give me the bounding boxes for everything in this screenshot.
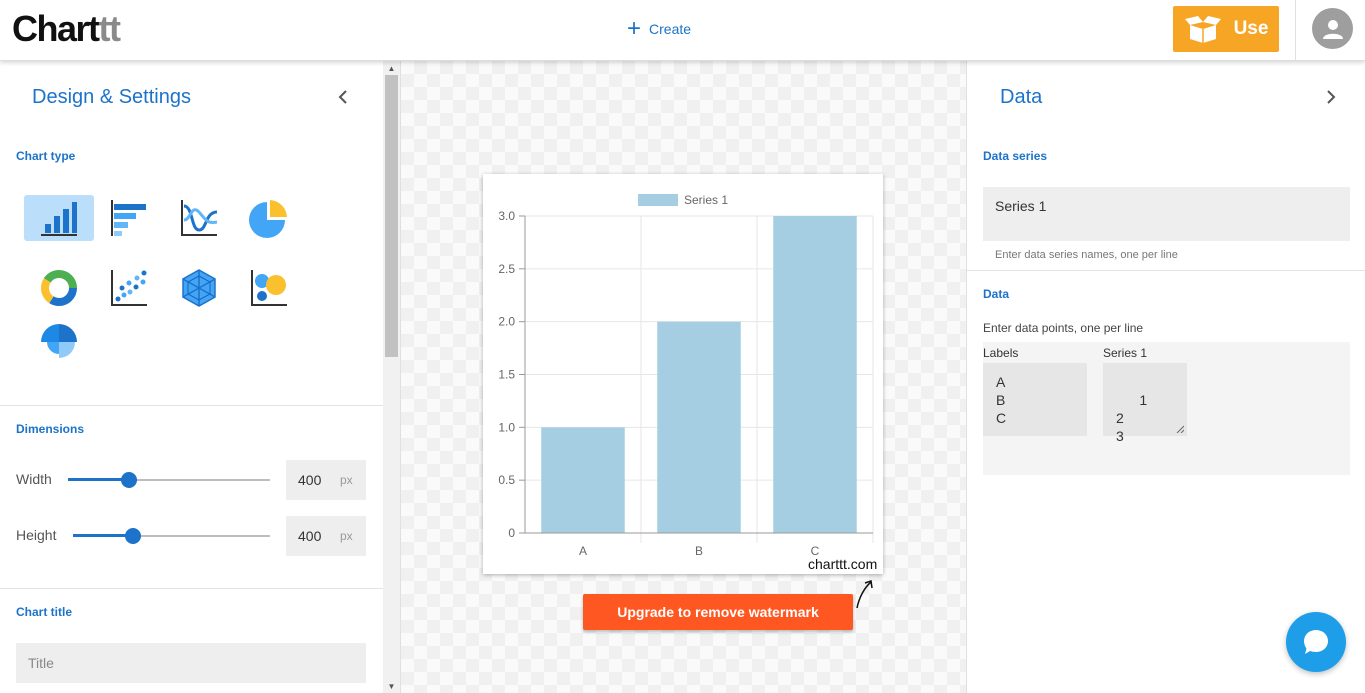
chat-bubble-icon (1304, 630, 1328, 654)
chart-type-horizontal-bar[interactable] (94, 195, 164, 241)
chevron-right-icon (1327, 90, 1336, 104)
user-avatar[interactable] (1312, 8, 1353, 49)
y-tick-label: 1.5 (498, 368, 515, 382)
chart-type-pie[interactable] (234, 195, 304, 241)
chart-title-label: Chart title (16, 605, 73, 619)
height-unit: px (340, 529, 353, 543)
plus-icon: + (627, 15, 642, 42)
x-tick-label: B (695, 544, 703, 558)
upgrade-remove-watermark-button[interactable]: Upgrade to remove watermark (583, 594, 853, 630)
scatter-chart-icon (111, 270, 147, 306)
chart-type-bubble[interactable] (234, 265, 304, 311)
chat-widget-button[interactable] (1286, 612, 1346, 672)
series-values-textarea[interactable]: 1 2 3 (1103, 363, 1187, 444)
width-slider-thumb[interactable] (121, 472, 137, 488)
collapse-right-button[interactable] (1324, 90, 1336, 109)
polar-area-chart-icon (41, 324, 77, 358)
y-tick-label: 0.5 (498, 473, 515, 487)
chart-type-label: Chart type (16, 149, 76, 163)
data-hint: Enter data points, one per line (983, 321, 1144, 335)
series-column-header: Series 1 (1103, 346, 1148, 360)
y-tick-label: 0 (508, 526, 515, 540)
height-label: Height (16, 527, 57, 543)
chart-type-vertical-bar[interactable] (24, 195, 94, 241)
legend-swatch (638, 194, 678, 206)
labels-textarea[interactable]: A B C (983, 363, 1087, 436)
bubble-chart-icon (251, 270, 287, 306)
resize-grip-icon[interactable] (1176, 425, 1184, 433)
bar-C (773, 216, 857, 533)
width-input[interactable] (298, 472, 332, 488)
scroll-up-arrow[interactable]: ▲ (383, 61, 400, 75)
left-panel-scrollbar[interactable]: ▲ ▼ (383, 61, 400, 693)
chart-type-line[interactable] (164, 195, 234, 241)
series-hint: Enter data series names, one per line (995, 249, 1178, 261)
y-tick-label: 3.0 (498, 209, 515, 223)
width-slider[interactable] (68, 470, 270, 490)
height-slider[interactable] (73, 526, 270, 546)
data-series-textarea[interactable]: Series 1 (983, 187, 1350, 241)
labels-column-header: Labels (983, 346, 1019, 360)
chart-type-doughnut[interactable] (24, 265, 94, 311)
collapse-left-button[interactable] (338, 90, 350, 109)
data-panel-title: Data (1000, 86, 1043, 108)
x-tick-label: A (579, 544, 587, 558)
y-tick-label: 2.0 (498, 315, 515, 329)
top-bar: Charttt + Create Use (0, 0, 1365, 61)
legend-label: Series 1 (684, 193, 728, 207)
bar-chart: 00.51.01.52.02.53.0A B C Series 1 (498, 193, 874, 558)
chart-type-scatter[interactable] (94, 265, 164, 311)
series-values-text: 1 2 3 (1116, 392, 1148, 444)
section-divider (0, 405, 383, 406)
bar-B (657, 321, 741, 533)
data-panel: Data Data series Series 1 Enter data ser… (967, 61, 1365, 693)
width-label: Width (16, 471, 52, 487)
chart-title-input[interactable] (16, 643, 366, 683)
design-settings-panel: Design & Settings Chart type Dimensions … (0, 61, 383, 693)
chart-preview: 0 0.5 1.0 1.5 2.0 2.5 3.0 A B C Series 1 (483, 174, 883, 574)
watermark-text: charttt.com (808, 556, 878, 572)
data-label: Data (983, 287, 1010, 301)
y-tick-label: 1.0 (498, 420, 515, 434)
person-icon (1322, 19, 1343, 39)
use-label: Use (1233, 18, 1269, 39)
create-label: Create (649, 21, 692, 37)
pie-chart-icon (249, 200, 287, 238)
topbar-divider (1295, 0, 1296, 61)
width-unit: px (340, 473, 353, 487)
curved-arrow-icon (856, 580, 873, 609)
doughnut-chart-icon (41, 270, 77, 306)
logo-dim-text: tt (98, 8, 121, 49)
height-slider-thumb[interactable] (125, 528, 141, 544)
open-box-icon (1184, 16, 1221, 43)
height-input[interactable] (298, 528, 332, 544)
data-grid: Labels Series 1 A B C 1 2 3 (983, 342, 1350, 475)
design-settings-title: Design & Settings (32, 86, 191, 108)
radar-chart-icon (182, 269, 216, 307)
app-logo[interactable]: Charttt (12, 8, 121, 50)
create-button[interactable]: + Create (627, 17, 691, 41)
line-chart-icon (181, 200, 218, 236)
scrollbar-thumb[interactable] (385, 75, 398, 357)
height-field[interactable]: px (286, 516, 366, 556)
horizontal-bar-chart-icon (111, 200, 146, 236)
scroll-down-arrow[interactable]: ▼ (383, 679, 400, 693)
dimensions-label: Dimensions (16, 422, 85, 436)
chart-type-radar[interactable] (164, 265, 234, 311)
section-divider (967, 270, 1365, 271)
vertical-bar-chart-icon (41, 202, 77, 236)
width-field[interactable]: px (286, 460, 366, 500)
chevron-left-icon (338, 90, 347, 104)
section-divider (0, 588, 383, 589)
chart-type-polar-area[interactable] (24, 319, 94, 365)
logo-main-text: Chart (12, 8, 100, 49)
y-tick-label: 2.5 (498, 262, 515, 276)
bar-A (541, 427, 625, 533)
use-button[interactable]: Use (1173, 6, 1279, 52)
data-series-label: Data series (983, 149, 1048, 163)
